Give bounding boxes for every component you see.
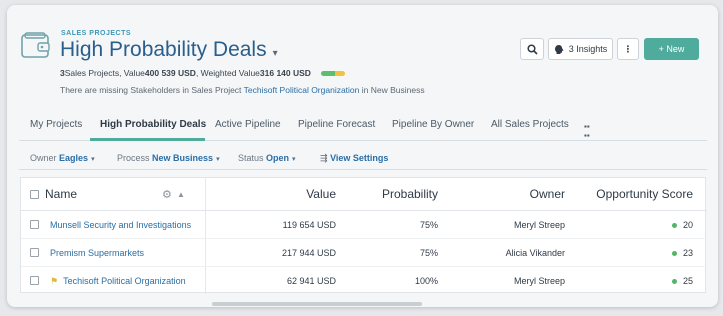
owner-filter-value: Eagles	[59, 153, 89, 163]
row-owner: Alicia Vikander	[505, 248, 565, 258]
score-status-dot	[671, 223, 677, 229]
insights-label: 3 Insights	[568, 44, 608, 54]
summary-line: 3 Sales Projects, Value 400 539 USD , We…	[60, 68, 345, 78]
status-filter-value: Open	[266, 153, 290, 163]
row-score-value: 25	[682, 276, 693, 286]
score-status-dot	[671, 251, 677, 257]
row-owner: Meryl Streep	[513, 276, 565, 286]
name-header-label: Name	[45, 187, 78, 201]
deals-table: Name ⚙ ▲ Value Probability Owner Opportu…	[20, 177, 707, 294]
row-name-text: Techisoft Political Organization	[63, 276, 186, 286]
name-column-header[interactable]: Name ⚙ ▲	[30, 178, 200, 210]
active-tab-indicator	[90, 138, 205, 141]
header-divider	[21, 210, 707, 211]
process-filter[interactable]: Process New Business ▾	[117, 153, 220, 163]
column-divider	[205, 178, 206, 294]
search-button[interactable]	[520, 38, 544, 60]
status-filter[interactable]: Status Open ▾	[238, 153, 296, 163]
row-divider	[21, 238, 707, 239]
row-value: 217 944 USD	[281, 248, 336, 258]
notice-prefix: There are missing Stakeholders in Sales …	[60, 85, 244, 95]
sales-project-icon	[21, 32, 50, 58]
more-options-button[interactable]: ⋮	[617, 38, 639, 60]
process-filter-label: Process	[117, 153, 150, 163]
view-settings-link[interactable]: ⇶ View Settings	[320, 153, 388, 164]
tab-my-projects[interactable]: My Projects	[30, 119, 82, 130]
notice-suffix: in New Business	[359, 85, 425, 95]
row-score: 25	[621, 276, 693, 286]
row-value: 62 941 USD	[286, 276, 336, 286]
row-name-link[interactable]: Munsell Security and Investigations	[50, 220, 191, 230]
chevron-down-icon: ▾	[292, 156, 296, 163]
search-icon	[526, 43, 538, 55]
process-filter-value: New Business	[152, 153, 214, 163]
row-name-link[interactable]: Premism Supermarkets	[50, 248, 144, 258]
grid-icon[interactable]: ▪▪ ▪▪	[584, 122, 590, 140]
head-bulb-icon	[554, 44, 564, 54]
tab-high-probability-deals[interactable]: High Probability Deals	[100, 119, 206, 130]
score-status-dot	[671, 279, 677, 285]
tab-all-sales-projects[interactable]: All Sales Projects	[491, 119, 569, 130]
missing-stakeholders-notice: There are missing Stakeholders in Sales …	[60, 85, 425, 95]
view-settings-label: View Settings	[330, 153, 389, 163]
status-filter-label: Status	[238, 153, 264, 163]
tab-pipeline-forecast[interactable]: Pipeline Forecast	[298, 119, 375, 130]
new-button[interactable]: + New	[644, 38, 699, 60]
chevron-down-icon: ▾	[216, 156, 220, 163]
row-score-value: 20	[682, 220, 693, 230]
probability-column-header[interactable]: Probability	[341, 178, 438, 210]
vertical-dots-icon: ⋮	[623, 43, 633, 54]
tab-pipeline-by-owner[interactable]: Pipeline By Owner	[392, 119, 474, 130]
row-probability: 75%	[419, 220, 438, 230]
row-probability: 75%	[419, 248, 438, 258]
page-kicker: SALES PROJECTS	[61, 30, 132, 37]
sort-ascending-icon[interactable]: ▲	[177, 190, 185, 199]
sales-projects-view: SALES PROJECTS High Probability Deals ▾ …	[7, 5, 718, 307]
row-checkbox[interactable]	[30, 248, 39, 259]
weighted-value: 316 140 USD	[259, 68, 311, 78]
row-score-value: 23	[682, 248, 693, 258]
select-all-checkbox[interactable]	[30, 189, 39, 199]
chevron-down-icon[interactable]: ▾	[273, 48, 278, 59]
insights-button[interactable]: 3 Insights	[548, 38, 613, 60]
page-title[interactable]: High Probability Deals ▾	[60, 38, 278, 62]
notice-project-link[interactable]: Techisoft Political Organization	[244, 85, 360, 95]
total-value: 400 539 USD	[144, 68, 196, 78]
score-column-header[interactable]: Opportunity Score	[569, 178, 693, 210]
filter-bar: Owner Eagles ▾ Process New Business ▾ Stat…	[19, 142, 707, 170]
row-owner: Meryl Streep	[513, 220, 565, 230]
owner-filter[interactable]: Owner Eagles ▾	[30, 153, 95, 163]
chevron-down-icon: ▾	[91, 156, 95, 163]
row-name-link[interactable]: ⚑ Techisoft Political Organization	[50, 276, 186, 287]
owner-column-header[interactable]: Owner	[461, 178, 565, 210]
weighted-progress-bar	[320, 70, 345, 76]
row-divider	[21, 266, 707, 267]
row-score: 20	[621, 220, 693, 230]
value-column-header[interactable]: Value	[211, 178, 336, 210]
horizontal-scrollbar[interactable]	[212, 302, 422, 306]
row-checkbox[interactable]	[30, 276, 39, 287]
tab-active-pipeline[interactable]: Active Pipeline	[215, 119, 281, 130]
gear-icon[interactable]: ⚙	[162, 188, 172, 201]
row-checkbox[interactable]	[30, 220, 39, 231]
owner-filter-label: Owner	[30, 153, 57, 163]
count-label: Sales Projects, Value	[64, 68, 145, 78]
row-score: 23	[621, 248, 693, 258]
flag-icon: ⚑	[50, 276, 59, 286]
page-title-text: High Probability Deals	[60, 38, 267, 61]
sliders-icon: ⇶	[320, 153, 328, 163]
weighted-label: , Weighted Value	[195, 68, 260, 78]
row-value: 119 654 USD	[282, 220, 336, 230]
row-probability: 100%	[414, 276, 438, 286]
